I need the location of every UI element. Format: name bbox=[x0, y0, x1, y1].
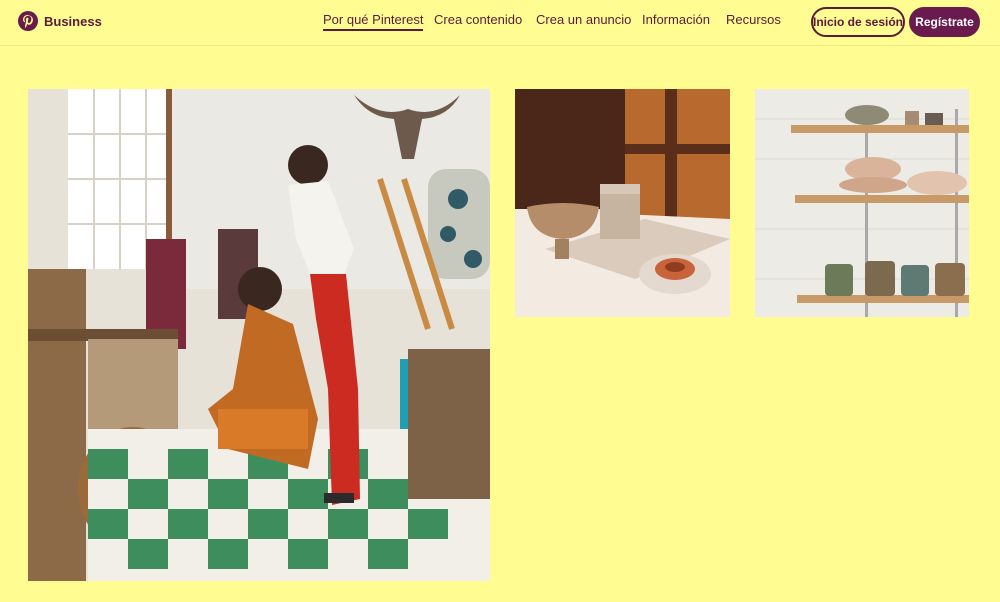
nav-resources[interactable]: Recursos bbox=[726, 12, 781, 28]
signup-button[interactable]: Regístrate bbox=[909, 7, 980, 37]
shop-women-browsing-photo bbox=[28, 89, 490, 581]
brand[interactable]: Business bbox=[18, 11, 102, 31]
nav-create-ad[interactable]: Crea un anuncio bbox=[536, 12, 631, 28]
pottery-shelves-photo bbox=[755, 89, 969, 317]
site-header: Business Por qué Pinterest Crea contenid… bbox=[0, 0, 1000, 46]
brand-name[interactable]: Business bbox=[44, 14, 102, 29]
nav-why-pinterest[interactable]: Por qué Pinterest bbox=[323, 12, 424, 31]
login-button[interactable]: Inicio de sesión bbox=[811, 7, 905, 37]
ceramic-bowls-photo bbox=[515, 89, 730, 317]
nav-information[interactable]: Información bbox=[642, 12, 710, 28]
pinterest-logo-icon[interactable] bbox=[18, 11, 38, 31]
nav-create-content[interactable]: Crea contenido bbox=[434, 12, 522, 28]
